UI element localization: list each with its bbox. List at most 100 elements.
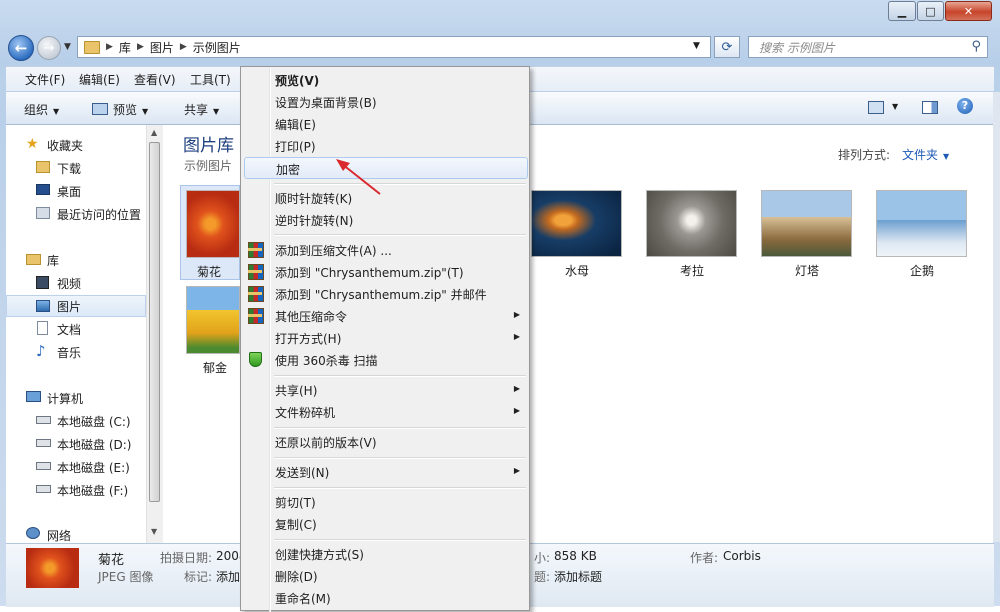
context-item-share[interactable]: 共享(H) ▶ — [244, 379, 528, 401]
shield-icon — [249, 352, 262, 367]
menu-view[interactable]: 查看(V) — [134, 71, 176, 88]
breadcrumb-libraries[interactable]: 库 — [119, 39, 131, 56]
menu-edit[interactable]: 编辑(E) — [79, 71, 120, 88]
winrar-icon — [248, 286, 264, 302]
thumbnail-caption[interactable]: 考拉 — [646, 262, 738, 279]
context-item-label: 复制(C) — [275, 518, 317, 532]
context-item-delete[interactable]: 删除(D) — [244, 565, 528, 587]
sidebar-item-pictures[interactable]: 图片 — [6, 295, 146, 317]
forward-button[interactable]: → — [37, 36, 61, 60]
details-author-value[interactable]: Corbis — [723, 549, 761, 563]
sidebar-item-label: 下载 — [57, 161, 82, 176]
thumbnail-caption[interactable]: 郁金 — [190, 359, 240, 376]
close-button[interactable]: ✕ — [945, 1, 992, 21]
context-item-edit[interactable]: 编辑(E) — [244, 113, 528, 135]
breadcrumb-sample-pictures[interactable]: 示例图片 — [193, 39, 241, 56]
context-item-cut[interactable]: 剪切(T) — [244, 491, 528, 513]
refresh-button[interactable]: ⟳ — [714, 36, 740, 58]
context-item-restore-previous-versions[interactable]: 还原以前的版本(V) — [244, 431, 528, 453]
breadcrumb-separator[interactable]: ▶ — [180, 42, 187, 52]
sidebar-item-label: 本地磁盘 (D:) — [57, 437, 132, 452]
scrollbar-thumb[interactable] — [149, 142, 160, 502]
search-box[interactable]: ⚲ — [748, 36, 988, 58]
address-dropdown-button[interactable]: ▼ — [693, 41, 700, 51]
sidebar-item-music[interactable]: ♪ 音乐 — [6, 341, 146, 363]
thumbnail-caption[interactable]: 菊花 — [184, 263, 234, 280]
sidebar-item-label: 视频 — [57, 276, 82, 291]
context-item-add-to-zip-and-email[interactable]: 添加到 "Chrysanthemum.zip" 并邮件 — [244, 283, 528, 305]
minimize-button[interactable]: ▁ — [888, 1, 916, 21]
sidebar-item-drive-d[interactable]: 本地磁盘 (D:) — [6, 433, 146, 455]
recent-pages-button[interactable]: ▼ — [64, 42, 71, 52]
breadcrumb-separator[interactable]: ▶ — [137, 42, 144, 52]
menu-tools[interactable]: 工具(T) — [190, 71, 231, 88]
preview-button[interactable]: 预览 ▼ — [92, 101, 148, 118]
sidebar-item-label: 库 — [47, 253, 60, 268]
context-item-other-compression[interactable]: 其他压缩命令 ▶ — [244, 305, 528, 327]
thumbnail-caption[interactable]: 灯塔 — [761, 262, 853, 279]
details-title-value[interactable]: 添加标题 — [554, 568, 602, 585]
sidebar-item-documents[interactable]: 文档 — [6, 318, 146, 340]
thumbnail-chrysanthemum[interactable] — [186, 190, 240, 258]
thumbnail-koala[interactable] — [646, 190, 737, 257]
thumbnail-caption[interactable]: 水母 — [531, 262, 623, 279]
sidebar-item-desktop[interactable]: 桌面 — [6, 180, 146, 202]
breadcrumb-pictures[interactable]: 图片 — [150, 39, 174, 56]
details-tags-value[interactable]: 添加 — [216, 568, 240, 585]
search-input[interactable] — [757, 38, 961, 58]
thumbnail-jellyfish[interactable] — [531, 190, 622, 257]
context-item-create-shortcut[interactable]: 创建快捷方式(S) — [244, 543, 528, 565]
scroll-down-icon[interactable]: ▼ — [151, 527, 157, 536]
sidebar-item-videos[interactable]: 视频 — [6, 272, 146, 294]
preview-pane-icon[interactable] — [922, 101, 938, 114]
thumbnail-penguins[interactable] — [876, 190, 967, 257]
chevron-down-icon: ▼ — [53, 107, 60, 116]
arrow-right-icon: → — [43, 40, 55, 56]
breadcrumb-separator[interactable]: ▶ — [106, 42, 113, 52]
change-view-icon[interactable] — [868, 101, 884, 114]
sidebar-item-favorites[interactable]: ★ 收藏夹 — [6, 134, 146, 156]
context-item-add-to-zip[interactable]: 添加到 "Chrysanthemum.zip"(T) — [244, 261, 528, 283]
address-bar[interactable]: ▶ 库 ▶ 图片 ▶ 示例图片 — [77, 36, 711, 58]
context-item-copy[interactable]: 复制(C) — [244, 513, 528, 535]
details-thumbnail — [26, 548, 79, 588]
share-label: 共享 — [184, 103, 209, 117]
thumbnail-lighthouse[interactable] — [761, 190, 852, 257]
maximize-button[interactable]: □ — [917, 1, 944, 21]
context-item-preview[interactable]: 预览(V) — [244, 69, 528, 91]
sidebar-item-downloads[interactable]: 下载 — [6, 157, 146, 179]
arrow-left-icon: ← — [14, 39, 28, 57]
back-button[interactable]: ← — [8, 35, 34, 61]
context-item-open-with[interactable]: 打开方式(H) ▶ — [244, 327, 528, 349]
navigation-pane-scrollbar[interactable]: ▲ ▼ — [146, 125, 163, 543]
context-item-rotate-counterclockwise[interactable]: 逆时针旋转(N) — [244, 209, 528, 231]
details-title-label: 题: — [534, 570, 551, 584]
details-author-label: 作者: — [690, 551, 719, 565]
sidebar-item-recent[interactable]: 最近访问的位置 — [6, 203, 146, 225]
music-icon: ♪ — [36, 342, 46, 360]
context-menu-separator — [274, 539, 526, 541]
sidebar-item-libraries[interactable]: 库 — [6, 249, 146, 271]
menu-file[interactable]: 文件(F) — [25, 71, 65, 88]
search-icon[interactable]: ⚲ — [971, 39, 981, 54]
winrar-icon — [248, 264, 264, 280]
context-item-file-shredder[interactable]: 文件粉碎机 ▶ — [244, 401, 528, 423]
context-item-360-scan[interactable]: 使用 360杀毒 扫描 — [244, 349, 528, 371]
context-item-set-desktop-background[interactable]: 设置为桌面背景(B) — [244, 91, 528, 113]
context-item-add-to-archive[interactable]: 添加到压缩文件(A) ... — [244, 239, 528, 261]
organize-button[interactable]: 组织 ▼ — [24, 101, 59, 118]
view-options-chevron-icon[interactable]: ▼ — [892, 102, 898, 111]
thumbnail-tulips[interactable] — [186, 286, 240, 354]
help-icon[interactable]: ? — [957, 98, 973, 114]
drive-icon — [36, 416, 51, 424]
sidebar-item-drive-e[interactable]: 本地磁盘 (E:) — [6, 456, 146, 478]
share-button[interactable]: 共享 ▼ — [184, 101, 219, 118]
thumbnail-caption[interactable]: 企鹅 — [876, 262, 968, 279]
scroll-up-icon[interactable]: ▲ — [151, 128, 157, 137]
drive-icon — [36, 439, 51, 447]
arrange-by-dropdown[interactable]: 文件夹 ▼ — [902, 146, 949, 163]
sidebar-item-computer[interactable]: 计算机 — [6, 387, 146, 409]
sidebar-item-drive-f[interactable]: 本地磁盘 (F:) — [6, 479, 146, 501]
context-item-send-to[interactable]: 发送到(N) ▶ — [244, 461, 528, 483]
sidebar-item-drive-c[interactable]: 本地磁盘 (C:) — [6, 410, 146, 432]
